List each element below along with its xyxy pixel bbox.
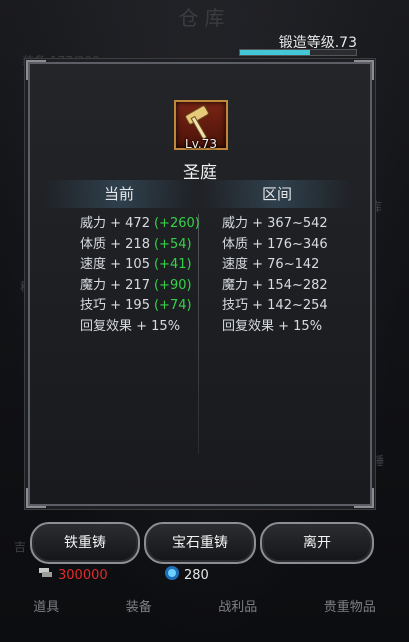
range-row: 速度 + 76~142	[222, 257, 320, 272]
range-column-header: 区间	[202, 180, 352, 208]
tab-items[interactable]: 道具	[25, 596, 67, 620]
range-row: 技巧 + 142~254	[222, 298, 328, 313]
stat-bonus: (+54)	[153, 236, 192, 252]
silver-balance: 300000	[38, 566, 108, 584]
stat-label: 速度 + 105	[80, 257, 150, 272]
silver-coin-icon	[38, 566, 54, 584]
item-level: Lv.73	[185, 137, 217, 151]
reforge-dialog: Lv.73 圣庭 当前 区间 威力 + 472 (+260) 体质 + 218 (+…	[26, 60, 374, 508]
hammer-icon[interactable]: Lv.73	[174, 100, 228, 151]
stat-row: 回复效果 + 15%	[80, 317, 200, 338]
forge-progress-bar	[239, 49, 357, 56]
stat-row: 体质 + 218 (+54)	[80, 235, 200, 256]
stat-row: 技巧 + 195 (+74)	[80, 296, 200, 317]
gem-icon	[164, 565, 180, 585]
gem-balance: 280	[164, 566, 209, 584]
warehouse-title: 仓库	[178, 6, 231, 30]
range-stats-list: 威力 + 367~542 体质 + 176~346 速度 + 76~142 魔力…	[222, 214, 328, 337]
range-row: 回复效果 + 15%	[222, 318, 323, 334]
silver-amount: 300000	[58, 567, 108, 583]
stat-bonus: (+41)	[153, 257, 192, 272]
corner-ornament	[26, 60, 46, 80]
stat-bonus: (+90)	[153, 277, 192, 293]
stat-label: 威力 + 472	[80, 216, 150, 231]
current-column-header: 当前	[44, 180, 194, 208]
corner-ornament	[26, 488, 46, 508]
iron-reforge-button[interactable]: 铁重铸	[30, 522, 140, 564]
stat-row: 速度 + 105 (+41)	[80, 255, 200, 276]
bottom-tab-bar: 道具 装备 战利品 贵重物品	[0, 596, 409, 620]
forge-progress-fill	[240, 50, 310, 55]
range-row: 魔力 + 154~282	[222, 277, 328, 293]
tab-valuables[interactable]: 贵重物品	[316, 596, 384, 620]
range-row: 威力 + 367~542	[222, 216, 328, 231]
stat-row: 威力 + 472 (+260)	[80, 214, 200, 235]
corner-ornament	[354, 60, 374, 80]
leave-button[interactable]: 离开	[260, 522, 374, 564]
stat-bonus: (+74)	[153, 298, 192, 313]
gem-reforge-button[interactable]: 宝石重铸	[144, 522, 256, 564]
current-stats-list: 威力 + 472 (+260) 体质 + 218 (+54) 速度 + 105 (+4…	[80, 214, 200, 337]
tab-loot[interactable]: 战利品	[210, 596, 265, 620]
stat-label: 魔力 + 217	[80, 277, 150, 293]
hammer-graphic	[185, 105, 209, 140]
stat-label: 体质 + 218	[80, 236, 150, 252]
corner-ornament	[354, 488, 374, 508]
stat-bonus: (+260)	[153, 216, 200, 231]
side-text: 锤	[372, 454, 385, 468]
stat-row: 魔力 + 217 (+90)	[80, 276, 200, 297]
gem-amount: 280	[184, 567, 209, 583]
side-text: 吉	[14, 540, 27, 554]
range-row: 体质 + 176~346	[222, 236, 328, 252]
tab-equipment[interactable]: 装备	[118, 596, 160, 620]
stat-label: 技巧 + 195	[80, 298, 150, 313]
stat-label: 回复效果 + 15%	[80, 318, 181, 334]
